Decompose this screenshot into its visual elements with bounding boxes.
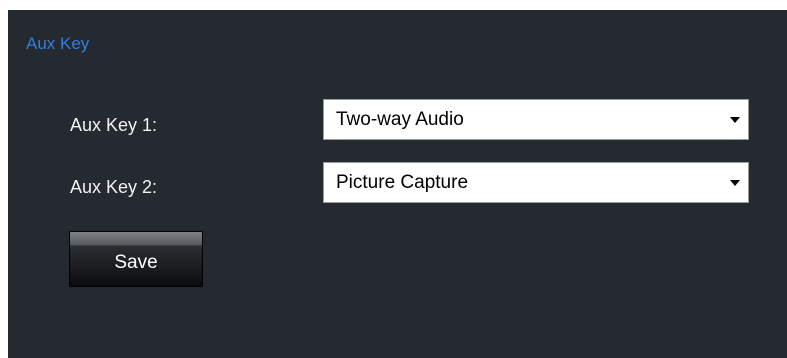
aux-key-1-select[interactable]: Two-way Audio	[323, 99, 749, 140]
save-button[interactable]: Save	[69, 231, 203, 287]
aux-key-2-selected-value: Picture Capture	[336, 172, 469, 193]
panel-title: Aux Key	[26, 34, 90, 53]
aux-key-1-label: Aux Key 1:	[70, 115, 158, 135]
save-button-label: Save	[114, 252, 158, 273]
chevron-down-icon	[730, 117, 740, 123]
aux-key-2-select[interactable]: Picture Capture	[323, 162, 749, 203]
aux-key-2-label: Aux Key 2:	[70, 177, 158, 197]
aux-key-1-selected-value: Two-way Audio	[336, 109, 464, 130]
aux-key-panel: Aux Key Aux Key 1: Two-way Audio Aux Key…	[8, 10, 787, 358]
chevron-down-icon	[730, 180, 740, 186]
